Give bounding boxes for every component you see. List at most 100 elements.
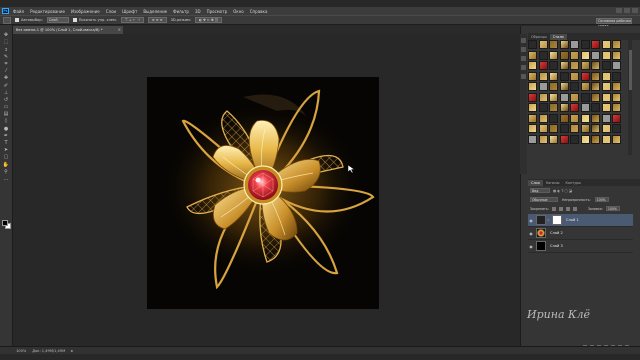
style-preset-swatch[interactable] (601, 40, 611, 49)
layer-kind-filter[interactable]: Вид (530, 188, 550, 193)
style-preset-swatch[interactable] (528, 40, 537, 49)
style-preset-swatch[interactable] (601, 82, 611, 91)
tab-layers[interactable]: Слои (528, 180, 543, 186)
eyedropper-tool-icon[interactable]: ⁄ (2, 68, 11, 74)
style-preset-swatch[interactable] (528, 103, 537, 112)
mask-link-icon[interactable]: ∞ (547, 217, 550, 223)
status-menu-arrow-icon[interactable]: ▸ (71, 348, 73, 353)
style-preset-swatch[interactable] (570, 92, 579, 102)
show-controls-checkbox[interactable]: Показать упр. элем. (72, 18, 117, 22)
menu-file[interactable]: Файл (13, 9, 24, 14)
style-preset-swatch[interactable] (538, 50, 548, 60)
blur-tool-icon[interactable]: ◊ (2, 118, 11, 124)
brush-tool-icon[interactable]: ✐ (2, 83, 11, 89)
adjustments-panel-icon[interactable] (521, 56, 526, 61)
close-window-icon[interactable] (632, 8, 638, 13)
menu-view[interactable]: Просмотр (207, 9, 228, 14)
style-preset-swatch[interactable] (580, 61, 590, 70)
visibility-eye-icon[interactable]: ◉ (528, 244, 534, 249)
style-preset-swatch[interactable] (559, 92, 569, 102)
style-preset-swatch[interactable] (570, 134, 579, 144)
autoselect-dropdown[interactable]: Слой (46, 17, 69, 23)
maximize-icon[interactable] (624, 8, 630, 13)
style-preset-swatch[interactable] (549, 124, 558, 133)
layer-name[interactable]: Слой 2 (550, 231, 563, 235)
style-preset-swatch[interactable] (538, 40, 548, 49)
style-preset-swatch[interactable] (528, 61, 537, 70)
fill-field[interactable]: 100% (605, 206, 620, 211)
style-preset-swatch[interactable] (559, 113, 569, 123)
style-preset-swatch[interactable] (549, 113, 558, 123)
layer-row-2[interactable]: ◉ Слой 2 (528, 227, 633, 240)
autoselect-checkbox[interactable]: Автовыбор: (15, 18, 43, 22)
layer-name[interactable]: Слой 3 (550, 244, 563, 248)
style-preset-swatch[interactable] (538, 134, 548, 144)
style-preset-swatch[interactable] (538, 92, 548, 102)
style-preset-swatch[interactable] (591, 40, 600, 49)
tab-paths[interactable]: Контуры (562, 180, 584, 186)
menu-image[interactable]: Изображение (71, 9, 100, 14)
style-preset-swatch[interactable] (580, 50, 590, 60)
lasso-tool-icon[interactable]: ↄ (2, 47, 11, 53)
canvas-area[interactable] (13, 34, 520, 346)
hand-tool-icon[interactable]: ✋ (2, 162, 11, 168)
tab-channels[interactable]: Каналы (543, 180, 563, 186)
style-preset-swatch[interactable] (549, 40, 558, 49)
blend-mode-dropdown[interactable]: Обычные (530, 197, 558, 202)
style-preset-swatch[interactable] (570, 40, 579, 49)
style-preset-swatch[interactable] (570, 82, 579, 91)
style-preset-swatch[interactable] (601, 134, 611, 144)
shape-tool-icon[interactable]: ▢ (2, 154, 11, 160)
more-tools-icon[interactable]: … (2, 176, 11, 182)
style-preset-swatch[interactable] (591, 103, 600, 112)
style-preset-swatch[interactable] (612, 124, 621, 133)
layer-name[interactable]: Слой 1 (566, 218, 579, 222)
style-preset-swatch[interactable] (591, 82, 600, 91)
style-preset-swatch[interactable] (549, 71, 558, 81)
menu-edit[interactable]: Редактирование (30, 9, 65, 14)
style-preset-swatch[interactable] (612, 61, 621, 70)
style-preset-swatch[interactable] (538, 103, 548, 112)
menu-window[interactable]: Окно (233, 9, 244, 14)
style-preset-swatch[interactable] (612, 40, 621, 49)
style-preset-swatch[interactable] (538, 61, 548, 70)
style-preset-swatch[interactable] (528, 71, 537, 81)
style-preset-swatch[interactable] (559, 71, 569, 81)
style-preset-swatch[interactable] (601, 92, 611, 102)
style-preset-swatch[interactable] (612, 82, 621, 91)
style-preset-swatch[interactable] (549, 50, 558, 60)
dodge-tool-icon[interactable]: ● (2, 126, 11, 132)
paragraph-panel-icon[interactable] (521, 65, 526, 70)
style-preset-swatch[interactable] (528, 50, 537, 60)
foreground-color-swatch[interactable] (2, 220, 8, 226)
layer-mask-thumbnail[interactable] (552, 215, 562, 225)
style-preset-swatch[interactable] (580, 113, 590, 123)
lock-all-icon[interactable] (572, 206, 577, 211)
style-preset-swatch[interactable] (612, 113, 621, 123)
style-preset-swatch[interactable] (601, 113, 611, 123)
style-preset-swatch[interactable] (528, 113, 537, 123)
marquee-tool-icon[interactable]: ⬚ (2, 39, 11, 45)
style-preset-swatch[interactable] (538, 124, 548, 133)
layer-row-3[interactable]: ◉ Слой 3 (528, 240, 633, 253)
style-preset-swatch[interactable] (601, 103, 611, 112)
style-preset-swatch[interactable] (601, 71, 611, 81)
menu-select[interactable]: Выделение (143, 9, 167, 14)
style-preset-swatch[interactable] (591, 50, 600, 60)
style-preset-swatch[interactable] (601, 124, 611, 133)
style-preset-swatch[interactable] (528, 124, 537, 133)
style-preset-swatch[interactable] (549, 61, 558, 70)
style-preset-swatch[interactable] (538, 71, 548, 81)
style-preset-swatch[interactable] (549, 92, 558, 102)
style-preset-swatch[interactable] (570, 50, 579, 60)
style-preset-swatch[interactable] (591, 61, 600, 70)
menu-type[interactable]: Шрифт (122, 9, 137, 14)
style-preset-swatch[interactable] (612, 92, 621, 102)
style-preset-swatch[interactable] (612, 50, 621, 60)
style-preset-swatch[interactable] (570, 124, 579, 133)
lock-transparent-icon[interactable] (551, 206, 556, 211)
stamp-tool-icon[interactable]: ⊥ (2, 90, 11, 96)
style-preset-swatch[interactable] (528, 134, 537, 144)
zoom-tool-icon[interactable]: ⚲ (2, 169, 11, 175)
style-preset-swatch[interactable] (559, 40, 569, 49)
